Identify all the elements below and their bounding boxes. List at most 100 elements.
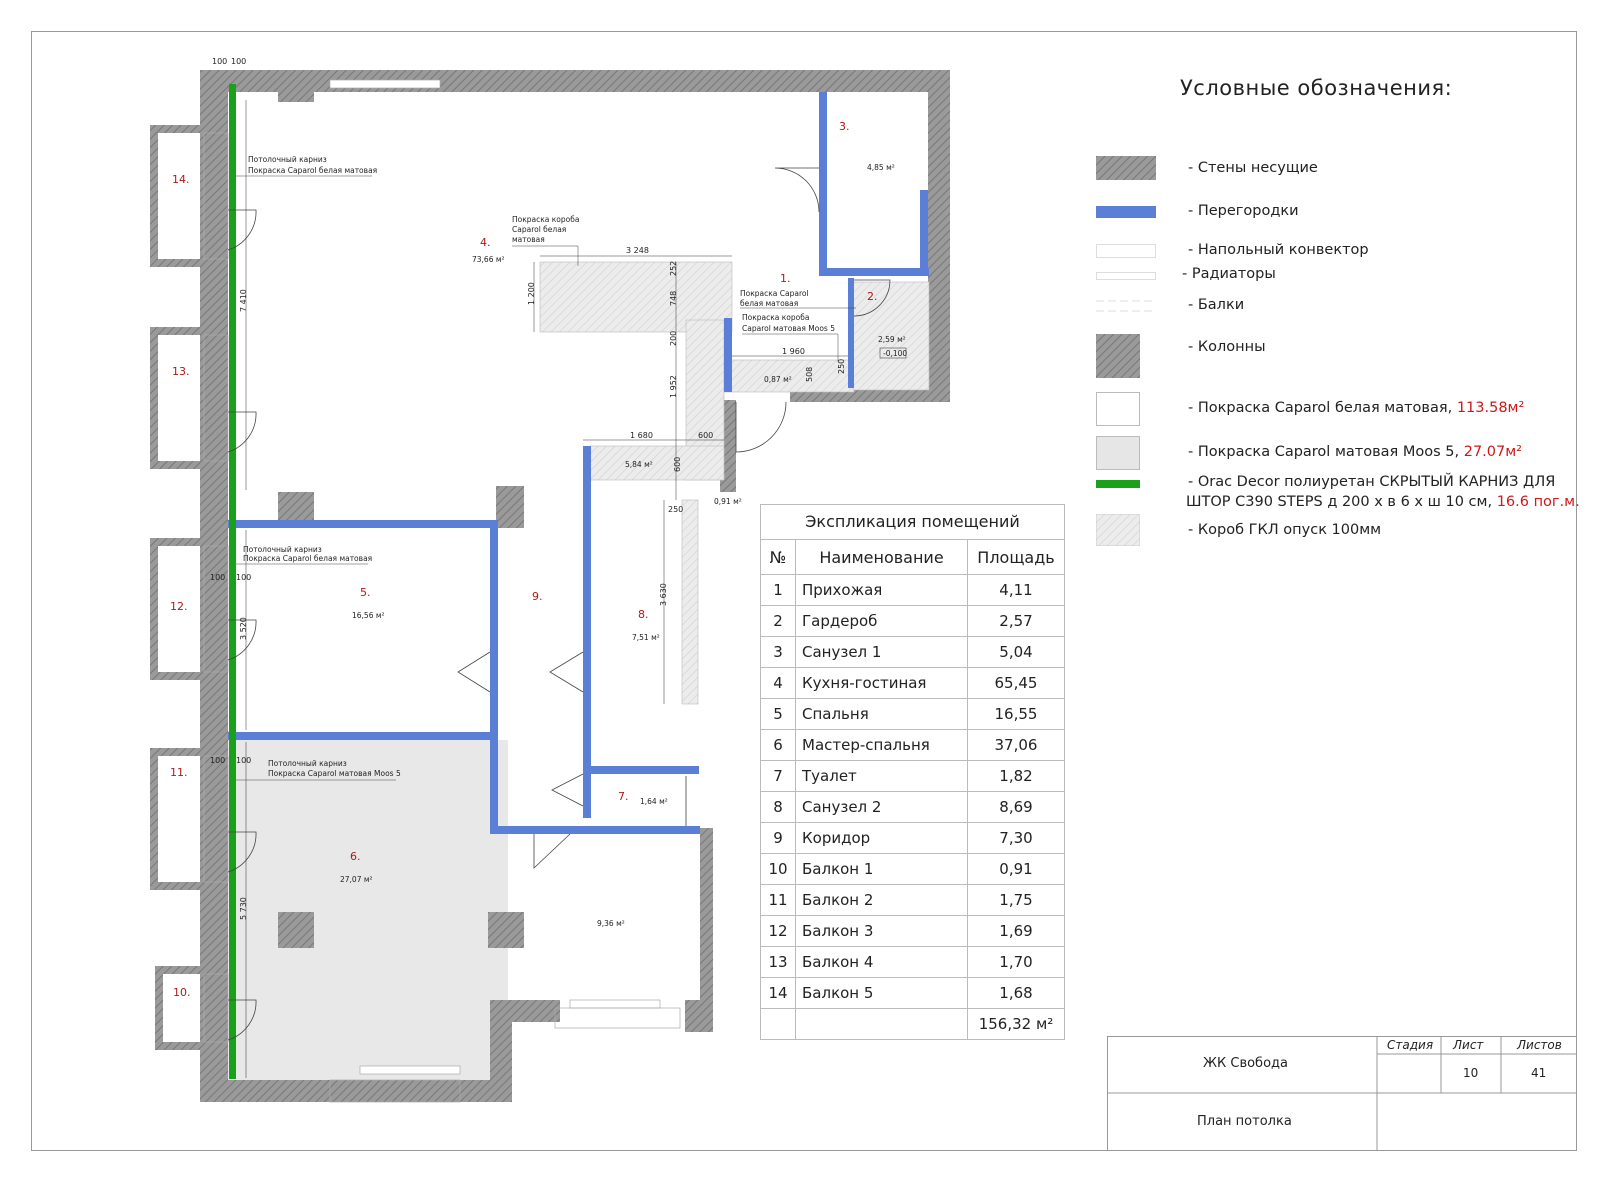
room-9-area: 9,36 м² [597,919,625,928]
room-5-area: 16,56 м² [352,611,385,620]
room-9-number: 9. [532,590,543,603]
row-area: 1,70 [967,946,1065,978]
row-area: 2,57 [967,605,1065,637]
dim-200: 200 [669,331,678,346]
stage-label: Стадия [1387,1038,1434,1052]
row-area: 16,55 [967,698,1065,730]
room-6-fill [208,740,508,1082]
room-6-number: 6. [350,850,361,863]
note-box-1b: Caparol белая [512,225,566,234]
room-2-area: 2,59 м² [878,335,906,344]
row-area: 0,91 [967,853,1065,885]
table-row: 13 Балкон 4 1,70 [760,946,1065,978]
row-name: Спальня [795,698,968,730]
note-cornice-3a: Потолочный карниз [268,759,347,768]
row-number: 9 [760,822,796,854]
row-number: 13 [760,946,796,978]
row-number: 7 [760,760,796,792]
col-name: Наименование [795,539,968,575]
room-11-number: 11. [170,766,188,779]
row-number: 8 [760,791,796,823]
dim-100b: 100 [231,57,246,66]
row-name: Гардероб [795,605,968,637]
row-name: Балкон 2 [795,884,968,916]
room-12-number: 12. [170,600,188,613]
row-area: 65,45 [967,667,1065,699]
dim-250b: 250 [668,505,683,514]
row-name: Туалет [795,760,968,792]
note-cornice-1a: Потолочный карниз [248,155,327,164]
row-area: 1,68 [967,977,1065,1009]
dim-748: 748 [669,291,678,306]
dim-3248: 3 248 [626,246,649,255]
row-name: Балкон 5 [795,977,968,1009]
table-row: 4 Кухня-гостиная 65,45 [760,667,1065,699]
area-0-91: 0,91 м² [714,497,742,506]
row-area: 5,04 [967,636,1065,668]
explication-table: Экспликация помещений № Наименование Пло… [760,504,1065,1040]
table-row: 7 Туалет 1,82 [760,760,1065,792]
dim-508: 508 [805,367,814,382]
room-10-number: 10. [173,986,191,999]
row-number: 12 [760,915,796,947]
room-4-number: 4. [480,236,491,249]
note-cornice-3b: Покраска Caparol матовая Moos 5 [268,769,401,778]
sheets-count: 41 [1531,1066,1547,1080]
table-row: 8 Санузел 2 8,69 [760,791,1065,823]
paint-moos-icon [1096,436,1140,470]
row-name: Мастер-спальня [795,729,968,761]
table-row: 14 Балкон 5 1,68 [760,977,1065,1009]
table-row: 5 Спальня 16,55 [760,698,1065,730]
row-name: Балкон 1 [795,853,968,885]
cornice-icon [1096,480,1140,488]
row-number: 4 [760,667,796,699]
sheet-label: Лист [1453,1038,1484,1052]
room-6-area: 27,07 м² [340,875,373,884]
title-block: ЖК Свобода План потолка Стадия Лист Лист… [1107,1036,1577,1151]
room-14-number: 14. [172,173,190,186]
row-number: 10 [760,853,796,885]
row-number: 5 [760,698,796,730]
room-8-number: 8. [638,608,649,621]
row-number: 2 [760,605,796,637]
room-1-number: 1. [780,272,791,285]
dim-600b: 600 [673,457,682,472]
dim-100c: 100 [210,573,225,582]
room-7-number: 7. [618,790,629,803]
hatch-wall-icon [1096,156,1156,180]
level-mark: -0,100 [883,349,907,358]
dim-3520: 3 520 [239,617,248,640]
explication-title: Экспликация помещений [760,504,1065,539]
row-area: 1,75 [967,884,1065,916]
dim-100d: 100 [236,573,251,582]
row-name: Кухня-гостиная [795,667,968,699]
note-box-2a: Покраска короба [742,313,809,322]
dim-100f: 100 [236,756,251,765]
room-5-number: 5. [360,586,371,599]
total-area: 156,32 м² [967,1008,1065,1040]
table-row: 1 Прихожая 4,11 [760,574,1065,606]
room-13-number: 13. [172,365,190,378]
dim-3630: 3 630 [659,583,668,606]
room-7-area: 1,64 м² [640,797,668,806]
row-area: 7,30 [967,822,1065,854]
paint-white-icon [1096,392,1140,426]
row-area: 4,11 [967,574,1065,606]
sheet-number: 10 [1463,1066,1479,1080]
convector-icon [1096,244,1156,258]
partition-icon [1096,206,1156,218]
col-area: Площадь [967,539,1065,575]
row-area: 1,82 [967,760,1065,792]
note-cornice-2a: Потолочный карниз [243,545,322,554]
room-2-number: 2. [867,290,878,303]
gkl-box-icon [1096,514,1140,546]
sheets-label: Листов [1517,1038,1562,1052]
row-name: Балкон 3 [795,915,968,947]
note-box-2b: Caparol матовая Moos 5 [742,324,835,333]
row-area: 1,69 [967,915,1065,947]
table-row: 12 Балкон 3 1,69 [760,915,1065,947]
dim-252: 252 [669,261,678,276]
note-box-1c: матовая [512,235,545,244]
table-row: 6 Мастер-спальня 37,06 [760,729,1065,761]
room-4-area: 73,66 м² [472,255,505,264]
